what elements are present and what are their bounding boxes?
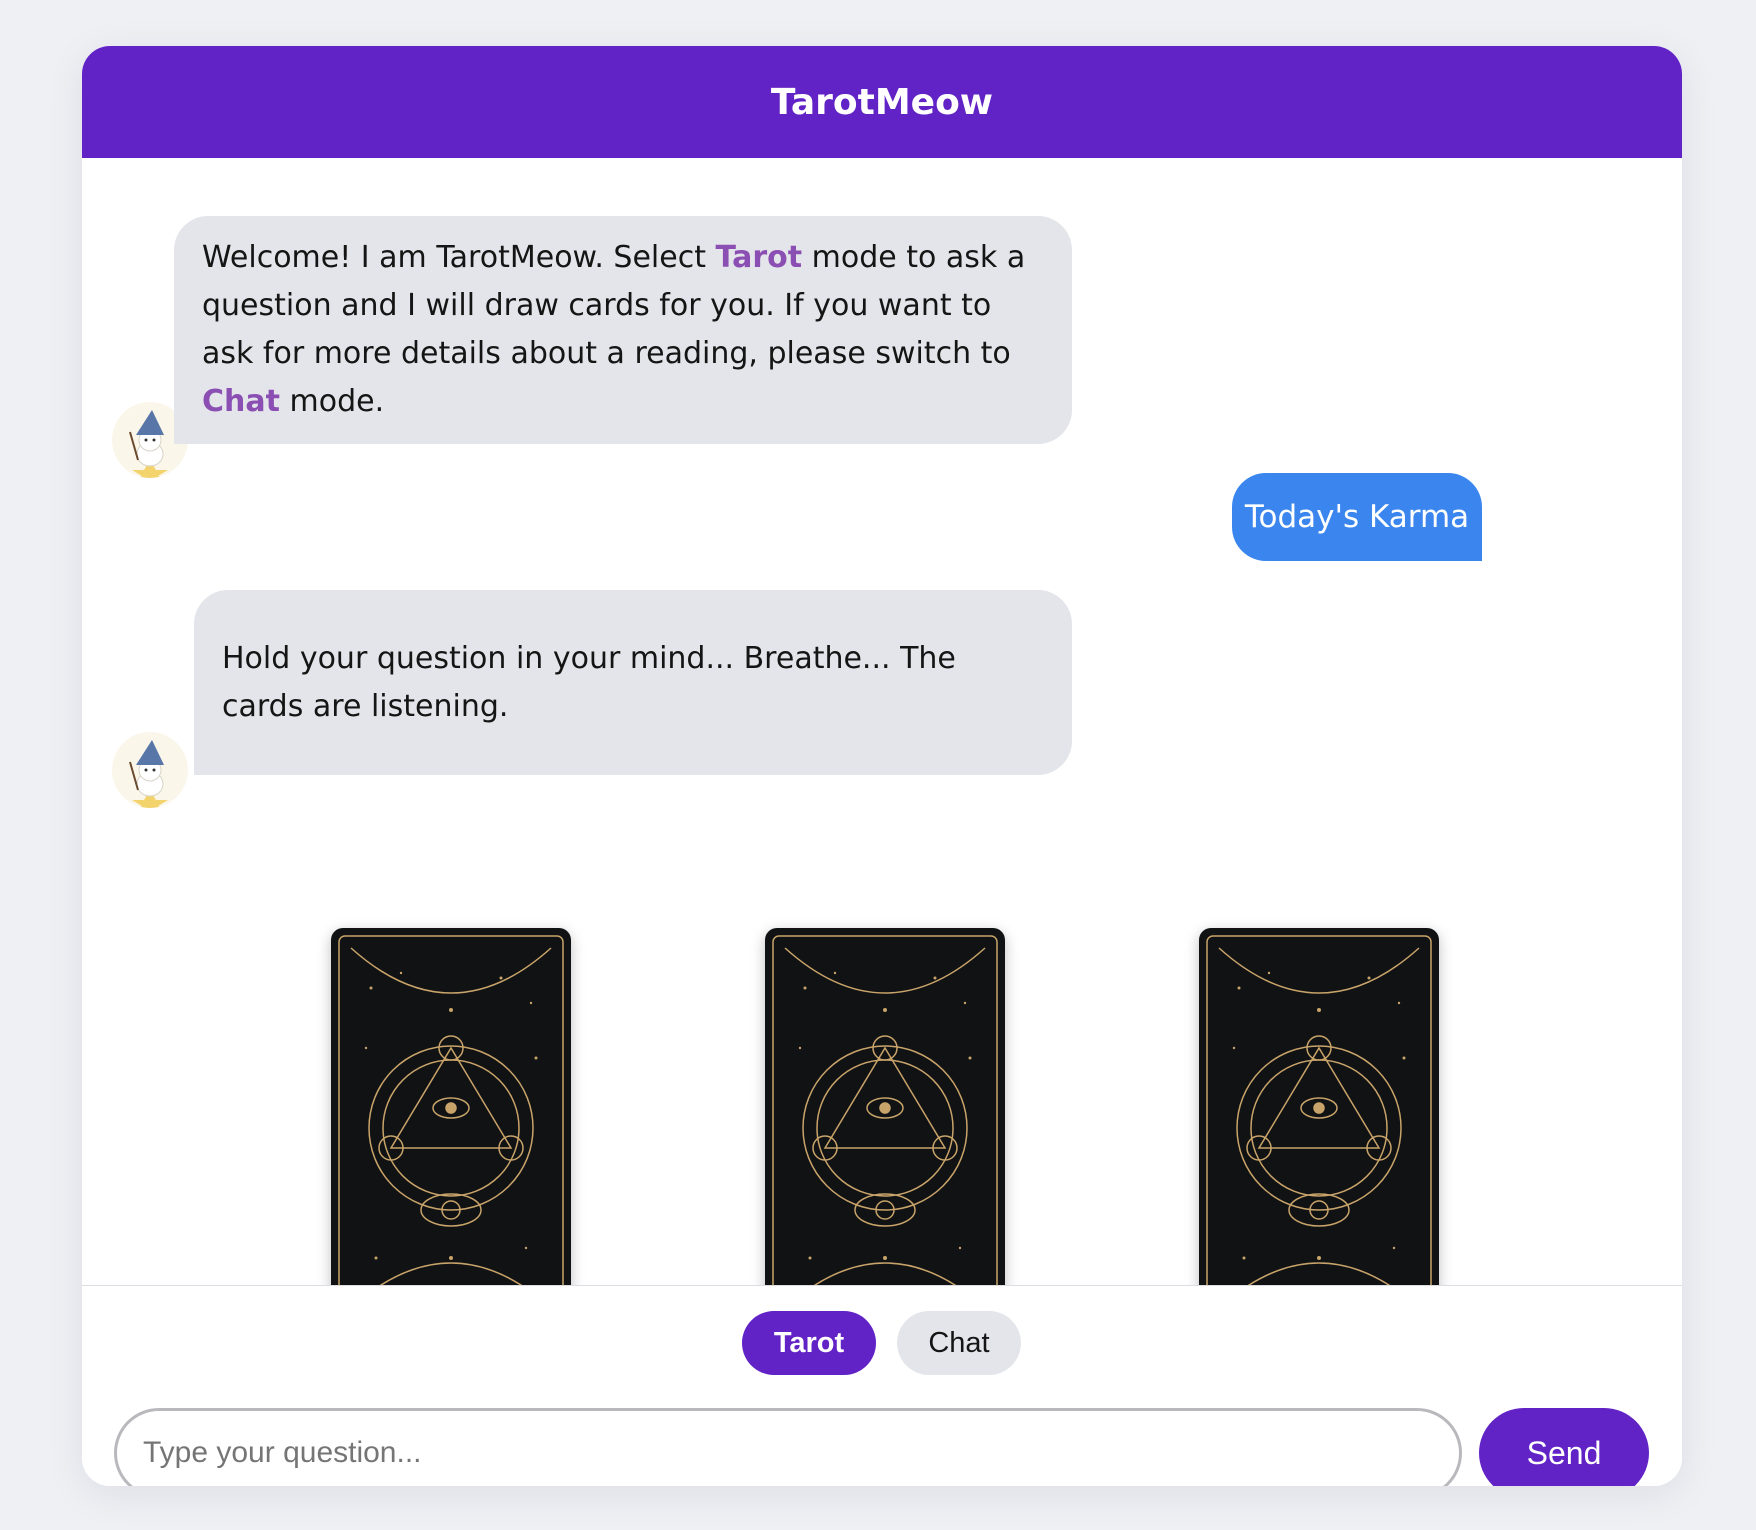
- chat-mode-button[interactable]: Chat: [897, 1311, 1021, 1375]
- cat-wizard-icon: [129, 740, 168, 808]
- bot-message-welcome: Welcome! I am TarotMeow. Select Tarot mo…: [174, 216, 1072, 444]
- bot-avatar: [112, 732, 188, 808]
- message-list[interactable]: Welcome! I am TarotMeow. Select Tarot mo…: [82, 158, 1682, 1285]
- user-message: Today's Karma: [1232, 473, 1482, 561]
- welcome-text-part: Welcome! I am TarotMeow. Select: [202, 240, 716, 275]
- bot-message-hold: Hold your question in your mind... Breat…: [194, 590, 1072, 775]
- tarot-mode-button[interactable]: Tarot: [742, 1311, 876, 1375]
- send-button[interactable]: Send: [1479, 1408, 1649, 1486]
- welcome-text-part: mode.: [279, 384, 385, 419]
- tarot-card-back-art: [338, 935, 564, 1285]
- question-input[interactable]: [114, 1408, 1462, 1486]
- app-header: TarotMeow: [82, 46, 1682, 158]
- welcome-text: Welcome! I am TarotMeow. Select Tarot mo…: [202, 234, 1044, 426]
- tarot-card-back[interactable]: [765, 928, 1005, 1285]
- tarot-card-back-art: [1206, 935, 1432, 1285]
- tarot-card-back[interactable]: [1199, 928, 1439, 1285]
- composer: Tarot Chat Send: [82, 1285, 1682, 1486]
- tarot-mode-highlight: Tarot: [715, 240, 803, 275]
- app-title: TarotMeow: [770, 81, 994, 123]
- tarot-card-back[interactable]: [331, 928, 571, 1285]
- hold-text: Hold your question in your mind... Breat…: [222, 640, 956, 724]
- tarot-card-back-art: [772, 935, 998, 1285]
- chat-window: TarotMeow Welcome! I am TarotMeow. Selec…: [82, 46, 1682, 1486]
- user-message-text: Today's Karma: [1244, 499, 1470, 535]
- chat-mode-highlight: Chat: [202, 384, 280, 419]
